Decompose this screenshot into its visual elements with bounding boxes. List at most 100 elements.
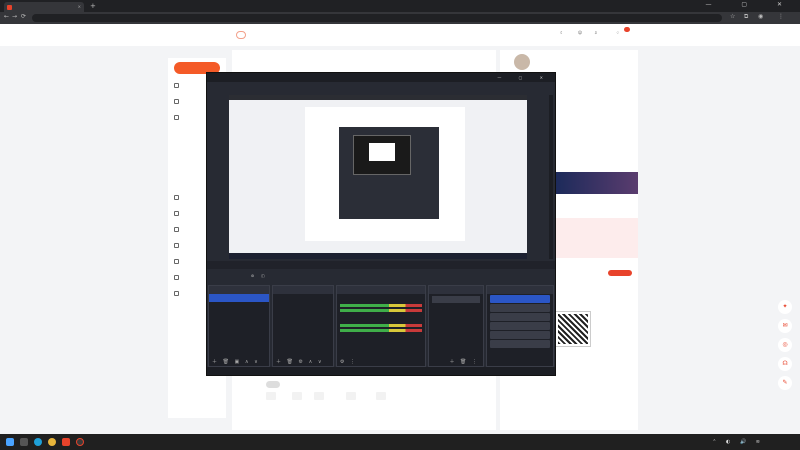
volume-meter: [340, 324, 422, 327]
preview-taskbar: [229, 253, 527, 259]
tag-chip[interactable]: [376, 392, 386, 400]
tag-chip[interactable]: [266, 392, 276, 400]
home-icon: [174, 83, 179, 88]
headset-icon[interactable]: ☊: [778, 357, 792, 371]
window-controls[interactable]: — ▢ ✕: [705, 1, 796, 8]
sources-panel-title: [273, 286, 333, 294]
source-item[interactable]: [273, 294, 333, 302]
source-item[interactable]: [273, 302, 333, 310]
obs-status-bar: [207, 367, 555, 375]
mixer-channel-label: [337, 314, 425, 322]
avatar[interactable]: [514, 54, 530, 70]
address-bar[interactable]: [32, 14, 722, 22]
transition-duration-row: [429, 305, 483, 313]
volume-meter: [340, 304, 422, 307]
browser-tab[interactable]: ×: [4, 2, 84, 12]
start-virtual-camera-button[interactable]: [490, 313, 550, 321]
search-icon[interactable]: [20, 438, 28, 446]
star-icon[interactable]: ☆: [730, 13, 735, 20]
sidebar-item-home[interactable]: [174, 82, 182, 92]
toggle-switch[interactable]: [266, 381, 280, 388]
site-logo[interactable]: [170, 29, 228, 41]
preview-screen: [229, 95, 527, 259]
browser-toolbar: ← → ⟳ ☆ ⧉ ◉ ⋮: [0, 12, 800, 24]
sidebar-item-works[interactable]: [174, 114, 182, 124]
mixer-channel-label: [337, 294, 425, 302]
sources-panel-controls[interactable]: ＋ 🗑 ⚙ ∧ ∨: [273, 358, 333, 366]
source-item[interactable]: [273, 310, 333, 318]
menu-icon[interactable]: ⋮: [778, 13, 784, 20]
union-icon: [174, 259, 179, 264]
settings-button[interactable]: [490, 331, 550, 339]
theme-toggle[interactable]: ☾: [560, 30, 564, 35]
forward-button[interactable]: →: [12, 13, 17, 20]
stop-streaming-button[interactable]: [490, 295, 550, 303]
notification-button[interactable]: ♢: [616, 30, 620, 35]
system-tray[interactable]: ⌃ ◐ 🔊 ≋: [712, 439, 764, 445]
mixer-panel-controls[interactable]: ⚙ ⋮: [337, 358, 425, 366]
notification-count-badge: [624, 27, 630, 32]
download-button[interactable]: ⇩: [594, 30, 597, 35]
tag-chip[interactable]: [346, 392, 356, 400]
browser-tabbar: × + — ▢ ✕: [0, 0, 800, 12]
obs-preview[interactable]: [229, 95, 527, 259]
data-icon: [174, 195, 179, 200]
sidebar-item-camp[interactable]: [174, 242, 182, 252]
sidebar-item-commerce[interactable]: [174, 274, 182, 284]
close-tab-icon[interactable]: ×: [78, 2, 81, 12]
commerce-icon: [174, 275, 179, 280]
transitions-controls[interactable]: ＋ 🗑 ⋮: [429, 358, 483, 366]
tag-chip[interactable]: [292, 392, 302, 400]
scene-item[interactable]: [209, 294, 269, 302]
obs-icon[interactable]: [76, 438, 84, 446]
scenes-panel-controls[interactable]: ＋ 🗑 ▣ ∧ ∨: [209, 358, 269, 366]
filter-icon[interactable]: ◫: [261, 274, 264, 278]
tag-chip[interactable]: [314, 392, 324, 400]
audio-mixer-panel: ⚙ ⋮: [336, 285, 426, 367]
obs-source-bar: [207, 261, 555, 269]
sidebar-item-creator-services[interactable]: [174, 290, 182, 300]
scenes-panel: ＋ 🗑 ▣ ∧ ∨: [208, 285, 270, 367]
message-icon[interactable]: ✉: [778, 319, 792, 333]
new-tab-button[interactable]: +: [90, 2, 96, 10]
profile-icon[interactable]: ◉: [758, 13, 763, 20]
tips-card: [554, 218, 638, 258]
mixer-panel-title: [337, 286, 425, 294]
services-icon: [174, 291, 179, 296]
promo-banner[interactable]: [554, 172, 638, 194]
edge-icon[interactable]: [34, 438, 42, 446]
volume-meter: [340, 329, 422, 332]
sidebar-item-union[interactable]: [174, 258, 182, 268]
version-badge: [236, 31, 246, 39]
target-icon[interactable]: ◎: [778, 338, 792, 352]
sidebar-item-interaction[interactable]: [174, 226, 182, 236]
assistant-button[interactable]: ☺: [578, 30, 582, 35]
chrome-icon[interactable]: [48, 438, 56, 446]
feedback-icon[interactable]: ✎: [778, 376, 792, 390]
floating-toolbar: ✦ ✉ ◎ ☊ ✎: [778, 300, 792, 395]
notification-icon: ♢: [616, 30, 620, 35]
obs-source-toolbar: ⚙ ◫: [207, 269, 555, 283]
income-icon: [174, 211, 179, 216]
sidebar-item-live-history[interactable]: [174, 98, 182, 108]
preview-scrollbar[interactable]: [549, 95, 553, 259]
reload-button[interactable]: ⟳: [21, 13, 26, 20]
exit-button[interactable]: [490, 340, 550, 348]
obs-window-controls[interactable]: — ▢ ✕: [497, 73, 551, 82]
windows-icon[interactable]: [6, 438, 14, 446]
transition-type-select[interactable]: [432, 296, 480, 303]
back-button[interactable]: ←: [4, 13, 9, 20]
douyin-icon[interactable]: [62, 438, 70, 446]
sidebar-item-income[interactable]: [174, 210, 182, 220]
start-recording-button[interactable]: [490, 304, 550, 312]
volume-meter: [340, 309, 422, 312]
sources-panel: ＋ 🗑 ⚙ ∧ ∨: [272, 285, 334, 367]
history-icon: [174, 99, 179, 104]
greeting-action-button[interactable]: [608, 270, 632, 276]
studio-mode-button[interactable]: [490, 322, 550, 330]
gear-icon[interactable]: ⚙: [251, 274, 254, 278]
gift-icon[interactable]: ✦: [778, 300, 792, 314]
sidebar-item-data[interactable]: [174, 194, 182, 204]
obs-titlebar[interactable]: — ▢ ✕: [207, 73, 555, 82]
extension-icon[interactable]: ⧉: [744, 13, 748, 21]
